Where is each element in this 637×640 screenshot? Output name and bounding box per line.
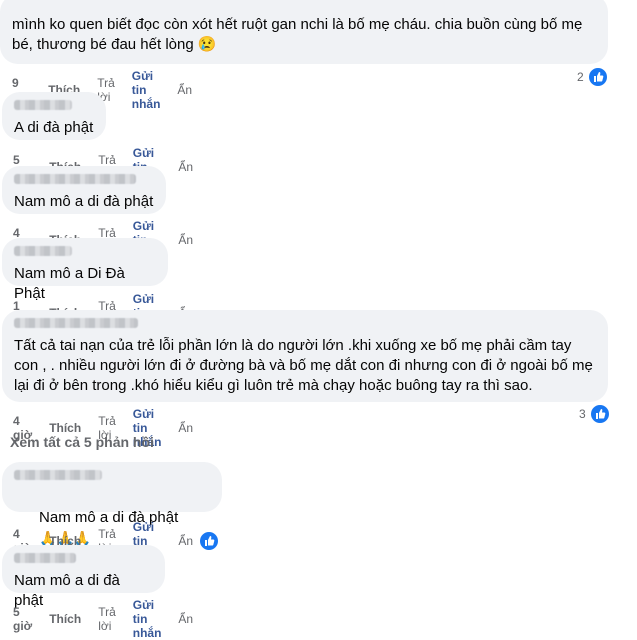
comment-bubble: A di đà phật <box>2 92 106 140</box>
comment-time[interactable]: 5 giờ <box>13 605 32 633</box>
blurred-author-name <box>14 174 136 184</box>
like-link[interactable]: Thích <box>49 612 81 626</box>
reaction-summary[interactable]: 2 <box>577 66 609 88</box>
reaction-count: 2 <box>577 70 584 84</box>
blurred-author-name <box>14 470 102 480</box>
reply-link[interactable]: Trả lời <box>98 605 116 633</box>
comment-bubble: mình ko quen biết đọc còn xót hết ruột g… <box>0 0 608 64</box>
hide-link[interactable]: Ẩn <box>178 534 193 548</box>
comment-actions: 5 giờ Thích Trả lời Gửi tin nhắn Ẩn <box>13 598 210 640</box>
comment-bubble: Nam mô a Di Đà Phật <box>2 238 168 302</box>
reaction-count: 3 <box>579 407 586 421</box>
hide-link[interactable]: Ẩn <box>178 421 193 435</box>
hide-link[interactable]: Ẩn <box>178 233 193 247</box>
comment-bubble: Nam mô a di đà phật <box>2 545 165 609</box>
hide-link[interactable]: Ẩn <box>178 160 193 174</box>
like-thumbs-up-icon <box>588 403 611 425</box>
comment-bubble: Nam mô a di đà phật <box>2 166 166 214</box>
view-all-replies-label[interactable]: Xem tất cả 5 phản hồi <box>10 434 154 450</box>
send-message-link[interactable]: Gửi tin nhắn <box>132 69 161 111</box>
comment-text: mình ko quen biết đọc còn xót hết ruột g… <box>12 16 587 53</box>
view-all-replies-link[interactable]: Xem tất cả 5 phản hồi <box>10 434 154 450</box>
hide-link[interactable]: Ẩn <box>177 83 192 97</box>
blurred-author-name <box>14 100 72 110</box>
comment-bubble: Tất cả tai nạn của trẻ lỗi phần lớn là d… <box>2 310 608 402</box>
blurred-author-name <box>14 318 138 328</box>
comment-text: A di đà phật <box>14 119 94 136</box>
comment-text: Tất cả tai nạn của trẻ lỗi phần lớn là d… <box>14 337 597 394</box>
like-thumbs-up-icon[interactable] <box>198 530 221 552</box>
like-link[interactable]: Thích <box>49 421 81 435</box>
like-thumbs-up-icon <box>586 66 609 88</box>
reaction-summary[interactable]: 3 <box>579 403 611 425</box>
send-message-link[interactable]: Gửi tin nhắn <box>133 598 162 640</box>
blurred-author-name <box>14 553 76 563</box>
blurred-author-name <box>14 246 72 256</box>
comment-text: Nam mô a di đà phật <box>14 193 154 210</box>
comment-bubble: Nam mô a di đà phật 🙏🙏🙏 <box>2 462 222 546</box>
hide-link[interactable]: Ẩn <box>178 612 193 626</box>
